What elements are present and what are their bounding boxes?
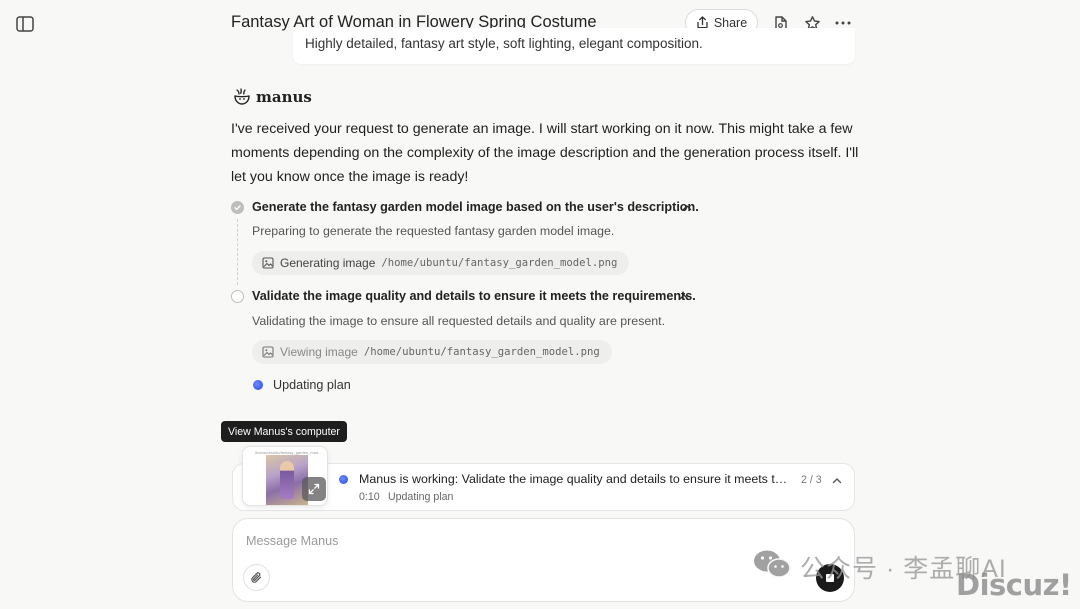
step-2-description: Validating the image to ensure all reque…	[252, 314, 666, 328]
updating-plan-text: Updating plan	[273, 378, 351, 392]
watermark-site: Discuz!	[956, 568, 1072, 602]
step-1-description: Preparing to generate the requested fant…	[252, 224, 615, 238]
step-1-title[interactable]: Generate the fantasy garden model image …	[252, 200, 699, 214]
paperclip-icon[interactable]	[243, 564, 270, 591]
assistant-name: manus	[256, 88, 312, 106]
image-icon	[262, 257, 274, 269]
chevron-up-icon[interactable]	[678, 290, 690, 302]
wechat-logo-icon	[752, 548, 792, 580]
chip-action: Viewing image	[280, 345, 358, 359]
assistant-reply: I've received your request to generate a…	[231, 121, 859, 185]
step-1-tool-chip[interactable]: Generating image /home/ubuntu/fantasy_ga…	[252, 251, 630, 275]
image-icon	[262, 346, 274, 358]
user-message-text: Highly detailed, fantasy art style, soft…	[305, 36, 703, 51]
sidebar-toggle-icon[interactable]	[14, 13, 36, 35]
step-counter: 2 / 3	[801, 474, 822, 486]
step-connector	[237, 219, 238, 285]
step-pending-circle-icon	[231, 290, 244, 303]
working-dot-icon	[339, 475, 348, 484]
expand-icon[interactable]	[302, 477, 326, 501]
chip-action: Generating image	[280, 256, 376, 270]
elapsed-time: 0:10	[359, 491, 380, 503]
working-status-text: Manus is working: Validate the image qua…	[359, 472, 789, 486]
step-2-title[interactable]: Validate the image quality and details t…	[252, 289, 696, 303]
chip-path: /home/ubuntu/fantasy_garden_model.png	[363, 346, 600, 358]
chevron-up-icon[interactable]	[681, 201, 693, 213]
step-2-tool-chip[interactable]: Viewing image /home/ubuntu/fantasy_garde…	[252, 340, 612, 364]
tooltip: View Manus's computer	[221, 421, 347, 442]
chip-path: /home/ubuntu/fantasy_garden_model.png	[381, 257, 618, 269]
step-done-check-icon	[231, 201, 244, 214]
manus-logo-icon	[231, 86, 253, 108]
progress-dot-icon	[253, 380, 263, 390]
user-message-bubble: Highly detailed, fantasy art style, soft…	[293, 28, 855, 64]
message-input[interactable]	[246, 531, 726, 551]
chevron-up-icon[interactable]	[830, 473, 844, 487]
working-substatus: Updating plan	[388, 491, 454, 503]
